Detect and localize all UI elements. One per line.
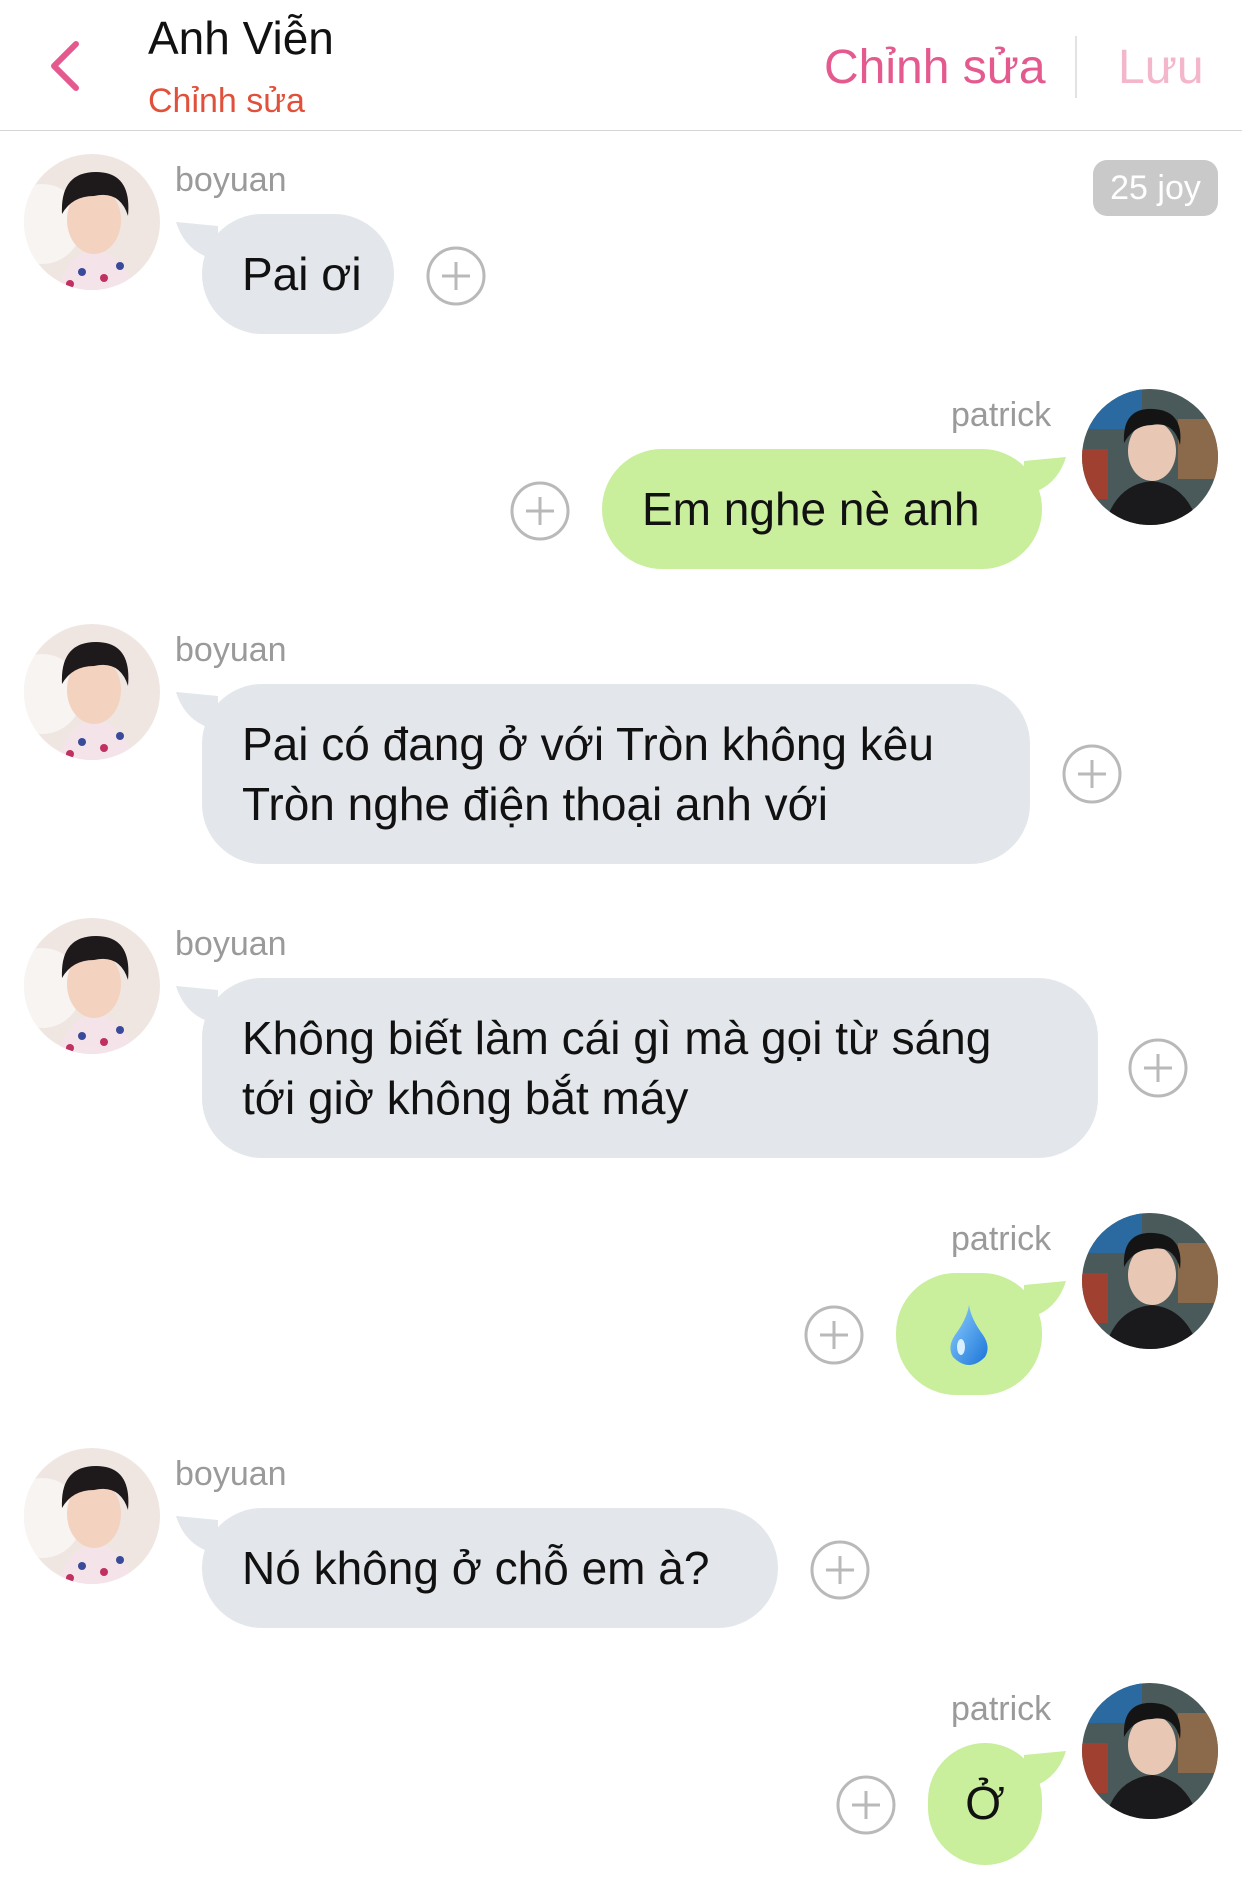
- avatar-boyuan[interactable]: [24, 624, 160, 760]
- add-reaction-icon[interactable]: [510, 481, 570, 541]
- sender-name: boyuan: [175, 1455, 287, 1493]
- avatar-boyuan[interactable]: [24, 1448, 160, 1584]
- message-bubble[interactable]: Nó không ở chỗ em à?: [202, 1508, 778, 1628]
- message-text-line: Không biết làm cái gì mà gọi từ sáng: [242, 1012, 992, 1064]
- message-bubble[interactable]: Pai có đang ở với Tròn không kêu Tròn ng…: [202, 684, 1030, 864]
- save-button[interactable]: Lưu: [1118, 38, 1204, 98]
- add-reaction-icon[interactable]: [1128, 1038, 1188, 1098]
- back-chevron-icon[interactable]: [40, 36, 92, 96]
- message-bubble[interactable]: Em nghe nè anh: [602, 449, 1042, 569]
- avatar-patrick[interactable]: [1082, 1683, 1218, 1819]
- sender-name: boyuan: [175, 631, 287, 669]
- message-bubble[interactable]: Ở: [928, 1743, 1042, 1865]
- message-bubble[interactable]: Pai ơi: [202, 214, 394, 334]
- message-text: Nó không ở chỗ em à?: [242, 1542, 710, 1594]
- header-divider: [1075, 36, 1077, 98]
- chat-header: Anh Viễn Chỉnh sửa Chỉnh sửa Lưu: [0, 0, 1242, 131]
- sender-name: patrick: [951, 396, 1052, 434]
- add-reaction-icon[interactable]: [836, 1775, 896, 1835]
- message-bubble[interactable]: [896, 1273, 1042, 1395]
- message-text-line: Pai có đang ở với Tròn không kêu: [242, 718, 934, 770]
- sender-name: boyuan: [175, 161, 287, 199]
- message-text: Em nghe nè anh: [642, 483, 980, 535]
- contact-name: Anh Viễn: [148, 12, 334, 64]
- avatar-boyuan[interactable]: [24, 918, 160, 1054]
- add-reaction-icon[interactable]: [1062, 744, 1122, 804]
- avatar-patrick[interactable]: [1082, 1213, 1218, 1349]
- avatar-boyuan[interactable]: [24, 154, 160, 290]
- droplet-icon: [950, 1305, 988, 1365]
- message-text-line: Tròn nghe điện thoại anh với: [242, 778, 828, 830]
- sender-name: patrick: [951, 1690, 1052, 1728]
- message-text-line: tới giờ không bắt máy: [242, 1072, 689, 1124]
- joy-count-badge: 25 joy: [1093, 160, 1218, 216]
- sender-name: boyuan: [175, 925, 287, 963]
- add-reaction-icon[interactable]: [804, 1305, 864, 1365]
- add-reaction-icon[interactable]: [810, 1540, 870, 1600]
- message-text: Pai ơi: [242, 248, 362, 300]
- edit-button[interactable]: Chỉnh sửa: [824, 38, 1046, 98]
- avatar-patrick[interactable]: [1082, 389, 1218, 525]
- sender-name: patrick: [951, 1220, 1052, 1258]
- message-bubble[interactable]: Không biết làm cái gì mà gọi từ sáng tới…: [202, 978, 1098, 1158]
- message-text: Ở: [965, 1777, 1005, 1829]
- header-subtitle[interactable]: Chỉnh sửa: [148, 78, 305, 124]
- add-reaction-icon[interactable]: [426, 246, 486, 306]
